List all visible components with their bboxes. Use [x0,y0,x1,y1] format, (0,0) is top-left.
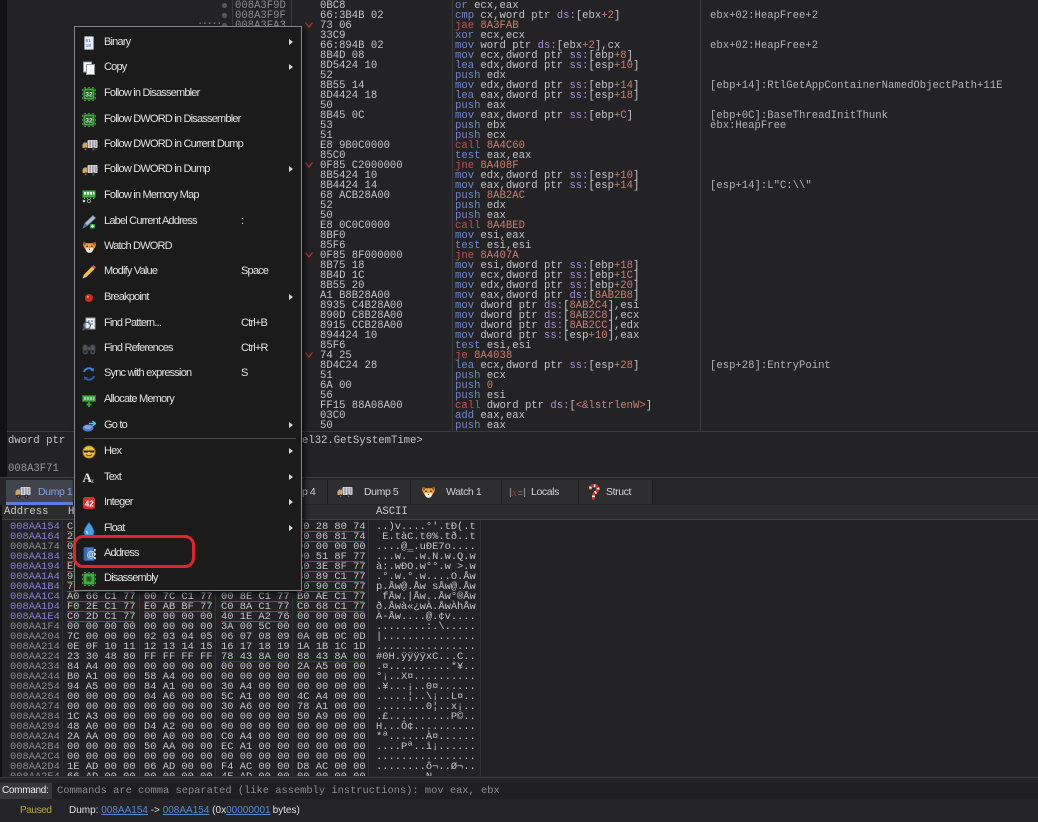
svg-text:32: 32 [85,92,93,99]
svg-text:42: 42 [85,500,94,509]
svg-text:z: z [91,477,94,485]
svg-text:32: 32 [85,118,93,125]
svg-text:x: x [511,488,517,499]
svg-text:=: = [518,488,523,498]
svg-text:10: 10 [86,43,92,49]
